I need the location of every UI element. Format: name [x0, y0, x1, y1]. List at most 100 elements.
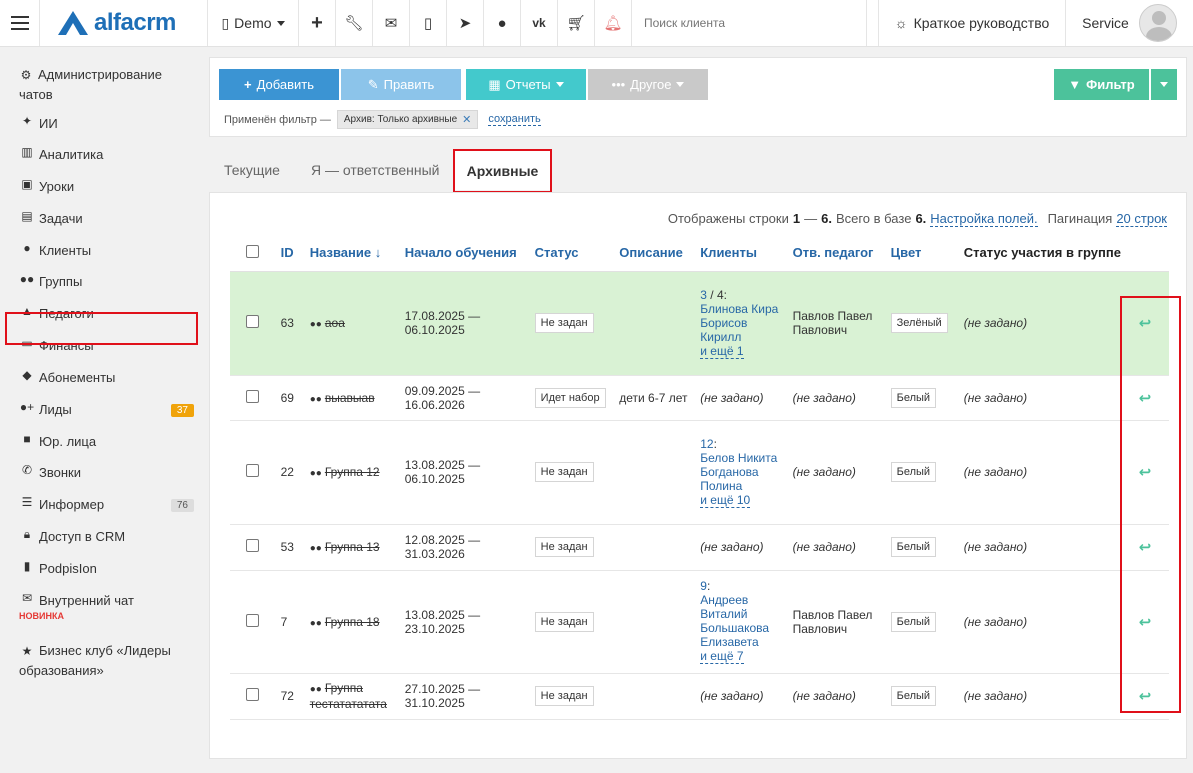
sidebar-item-internal-chat[interactable]: ✉ Внутренний чат НОВИНКА	[0, 591, 134, 621]
plus-button[interactable]: +	[299, 0, 336, 46]
reports-button[interactable]: ▦ Отчеты	[466, 69, 586, 100]
sidebar-item-subscriptions[interactable]: ◆ Абонементы	[0, 368, 115, 388]
shown-prefix: Отображены строки	[667, 211, 789, 226]
sidebar-item-chat-admin[interactable]: ⚙ Администрирование чатов	[0, 65, 200, 105]
col-name[interactable]: Название ↓	[309, 235, 405, 272]
restore-icon[interactable]: ↩	[1139, 463, 1152, 481]
close-icon[interactable]: ✕	[462, 113, 471, 126]
col-color[interactable]: Цвет	[890, 235, 964, 272]
row-name-link[interactable]: ●● Группа 13	[309, 524, 405, 571]
sidebar-item-podpislon[interactable]: ▮ PodpisIon	[0, 559, 97, 579]
status-badge: Идет набор	[534, 387, 606, 408]
logo-text: alfacrm	[94, 9, 176, 36]
sidebar-item-legal[interactable]: ■ Юр. лица	[0, 432, 96, 452]
clients-more-link[interactable]: и ещё 10	[700, 493, 751, 508]
filter-chip[interactable]: Архив: Только архивные ✕	[336, 110, 479, 129]
pagination-link[interactable]: 20 строк	[1116, 211, 1167, 227]
col-status[interactable]: Статус	[534, 235, 620, 272]
tab-archive[interactable]: Архивные	[454, 150, 551, 190]
client-link[interactable]: Андреев Виталий	[700, 593, 784, 621]
row-teacher: (не задано)	[792, 673, 891, 720]
clients-more-link[interactable]: и ещё 1	[700, 344, 744, 359]
client-link[interactable]: Борисов Кирилл	[700, 316, 784, 344]
row-checkbox[interactable]	[246, 613, 259, 627]
row-teacher: (не задано)	[792, 524, 891, 571]
sidebar-item-business-club[interactable]: ★ Бизнес клуб «Лидеры образования»	[0, 641, 195, 681]
sidebar-item-ai[interactable]: ✦ ИИ	[0, 114, 58, 134]
row-checkbox[interactable]	[246, 464, 259, 477]
mail-button[interactable]: ✉	[373, 0, 410, 46]
save-filter-link[interactable]: сохранить	[488, 113, 541, 126]
select-all-checkbox[interactable]	[246, 244, 259, 258]
edit-button[interactable]: ✎ Править	[341, 69, 461, 100]
row-name-link[interactable]: ●● Группа 18	[309, 570, 405, 674]
clients-count-link[interactable]: 12	[700, 437, 713, 451]
funnel-icon: ▼	[1068, 77, 1082, 92]
vk-button[interactable]: vk	[521, 0, 558, 46]
restore-icon[interactable]: ↩	[1139, 687, 1152, 705]
client-link[interactable]: Белов Никита	[700, 451, 784, 465]
col-description[interactable]: Описание	[619, 235, 701, 272]
color-badge: Белый	[890, 462, 937, 482]
add-button[interactable]: + Добавить	[219, 69, 339, 100]
sidebar-item-crm-access[interactable]: 🔒︎ Доступ в CRM	[0, 527, 125, 547]
client-link[interactable]: Богданова Полина	[700, 465, 784, 493]
row-checkbox[interactable]	[246, 389, 259, 403]
col-start[interactable]: Начало обучения	[404, 235, 535, 272]
row-checkbox[interactable]	[246, 539, 259, 552]
sidebar-item-clients[interactable]: ● Клиенты	[0, 241, 91, 261]
row-start: 27.10.2025 —31.10.2025	[404, 673, 535, 720]
cart-button[interactable]: 🛒︎	[558, 0, 595, 46]
other-button[interactable]: ••• Другое	[588, 69, 708, 100]
tab-responsible[interactable]: Я — ответственный	[311, 152, 439, 188]
color-badge: Зелёный	[890, 313, 948, 333]
row-name-link[interactable]: ●● аоа	[309, 271, 405, 376]
restore-icon[interactable]: ↩	[1139, 389, 1152, 407]
field-settings-link[interactable]: Настройка полей.	[930, 211, 1038, 227]
sidebar-item-lessons[interactable]: ▣ Уроки	[0, 177, 74, 197]
col-teacher[interactable]: Отв. педагог	[792, 235, 891, 272]
briefcase-icon: ■	[23, 432, 31, 446]
menu-button[interactable]	[0, 0, 40, 46]
search-input[interactable]	[644, 16, 854, 30]
document-icon: ▯	[221, 14, 230, 31]
row-name-link[interactable]: ●● Группа 12	[309, 420, 405, 525]
client-search[interactable]	[632, 0, 867, 46]
sidebar-item-informer[interactable]: ☰ Информер 76	[0, 495, 208, 515]
whatsapp-button[interactable]: ●	[484, 0, 521, 46]
notifications-button[interactable]: 🔔︎	[595, 0, 632, 46]
row-name-link[interactable]: ●● выавыав	[309, 375, 405, 421]
clients-count-link[interactable]: 9	[700, 579, 707, 593]
client-link[interactable]: Блинова Кира	[700, 302, 784, 316]
new-badge: НОВИНКА	[19, 611, 64, 621]
quick-guide-button[interactable]: ☼ Краткое руководство	[879, 0, 1066, 46]
restore-icon[interactable]: ↩	[1139, 538, 1152, 556]
logo[interactable]: alfacrm	[40, 0, 208, 46]
sidebar-item-analytics[interactable]: ▥ Аналитика	[0, 145, 103, 165]
col-id[interactable]: ID	[280, 235, 310, 272]
row-start: 13.08.2025 —23.10.2025	[404, 570, 535, 674]
settings-button[interactable]: 🔧︎	[336, 0, 373, 46]
sidebar-item-groups[interactable]: ●● Группы	[0, 272, 83, 292]
telegram-button[interactable]: ➤	[447, 0, 484, 46]
clients-more-link[interactable]: и ещё 7	[700, 649, 744, 664]
user-menu[interactable]: Service	[1066, 0, 1193, 46]
col-clients[interactable]: Клиенты	[700, 235, 793, 272]
row-name-link[interactable]: ●● Группа тестатататата	[309, 673, 405, 720]
branch-selector[interactable]: ▯ Demo	[208, 0, 299, 46]
sidebar-item-tasks[interactable]: ▤ Задачи	[0, 209, 82, 229]
color-badge: Белый	[890, 387, 937, 408]
filter-button[interactable]: ▼ Фильтр	[1054, 69, 1149, 100]
restore-icon[interactable]: ↩	[1139, 314, 1152, 332]
groups-panel: Отображены строки 1 — 6. Всего в базе 6.…	[209, 192, 1187, 759]
filter-dropdown-button[interactable]	[1151, 69, 1177, 100]
row-checkbox[interactable]	[246, 688, 259, 701]
tab-current[interactable]: Текущие	[224, 152, 280, 188]
sidebar-item-leads[interactable]: ●+ Лиды 37	[0, 400, 208, 420]
mobile-button[interactable]: ▯	[410, 0, 447, 46]
sidebar-item-calls[interactable]: ✆ Звонки	[0, 463, 81, 483]
clients-count-link[interactable]: 3	[700, 288, 707, 302]
client-link[interactable]: Большакова Елизавета	[700, 621, 784, 649]
restore-icon[interactable]: ↩	[1139, 613, 1152, 631]
row-checkbox[interactable]	[246, 315, 259, 328]
